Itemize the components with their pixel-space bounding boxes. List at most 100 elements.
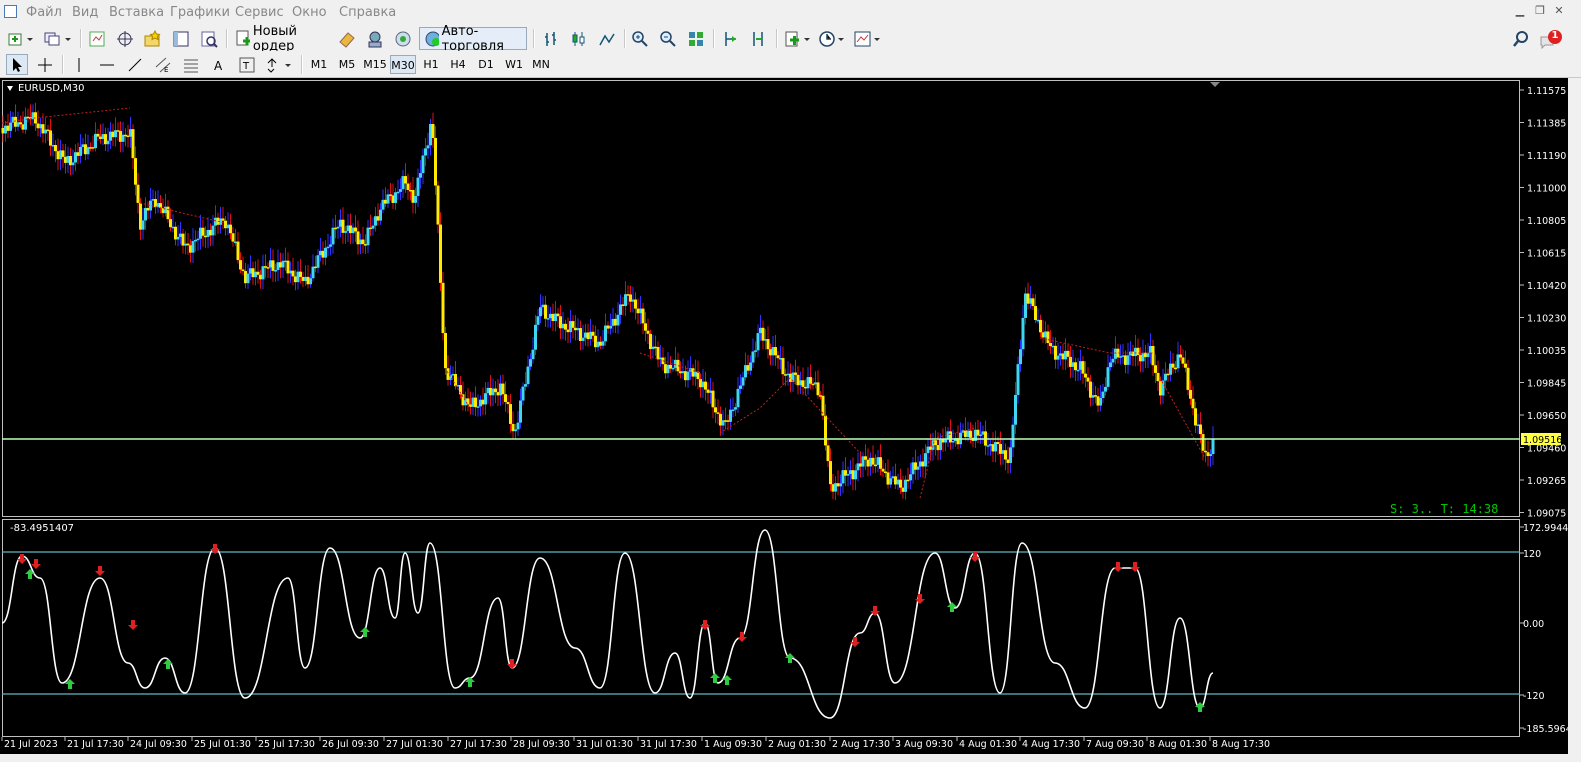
candle-body [361,239,365,245]
timeframe-d1[interactable]: D1 [473,55,499,74]
menu-view[interactable]: Вид [72,5,98,20]
menu-help[interactable]: Справка [339,5,396,20]
market-button[interactable] [392,28,414,49]
indicators-button[interactable] [783,28,813,49]
fibonacci-button[interactable] [180,54,202,75]
candle-body [1039,319,1042,333]
zoom-in-button[interactable] [629,28,651,49]
profiles-button[interactable] [42,28,74,49]
timeframe-m15[interactable]: M15 [362,55,388,74]
favorites-button[interactable] [142,28,164,49]
strategy-tester-button[interactable] [198,28,220,49]
status-text: S: 3.. T: 14:38 [1390,502,1499,516]
algo-trading-label: Авто-торговля [441,23,504,54]
metaeditor-button[interactable] [336,28,358,49]
candle-body [534,324,537,350]
bar-chart-button[interactable] [540,28,562,49]
candle-body [556,313,560,317]
tile-windows-button[interactable] [685,28,707,49]
text-label-button[interactable]: T [236,54,258,75]
candle-body [49,130,52,146]
vertical-line-button[interactable] [68,54,90,75]
auto-scroll-button[interactable] [720,28,742,49]
menu-tools[interactable]: Сервис [235,5,284,20]
candle-body [141,220,145,230]
timeframe-m5[interactable]: M5 [334,55,360,74]
candlestick-button[interactable] [568,28,590,49]
candle-body [396,191,400,194]
timeframe-m1[interactable]: M1 [306,55,332,74]
buy-arrow-icon [360,627,370,637]
price-label: 1.09845 [1527,379,1566,390]
candle-body [736,388,740,408]
arrows-button[interactable] [263,54,295,75]
profiles-icon [44,32,71,45]
menu-charts[interactable]: Графики [170,5,230,20]
candle-body [1189,389,1192,399]
chart-shift-button[interactable] [748,28,770,49]
horizontal-line-button[interactable] [96,54,118,75]
cursor-button[interactable] [6,54,28,75]
price-label: 1.09650 [1527,411,1566,422]
terminal-button[interactable] [170,28,192,49]
timeframe-m30[interactable]: M30 [390,55,416,74]
crosshair-nav-button[interactable] [114,28,136,49]
candle-body [634,299,637,309]
candle-body [731,409,735,412]
terminal-icon [173,31,189,46]
timeframe-mn[interactable]: MN [528,55,554,74]
algo-trading-button[interactable]: Авто-торговля [419,24,527,54]
timeframe-h4[interactable]: H4 [445,55,471,74]
menu-window[interactable]: Окно [292,5,327,20]
candle-body [904,479,907,492]
shift-marker-icon[interactable] [1210,82,1220,87]
menu-file[interactable]: Файл [26,5,62,20]
notifications-button[interactable]: 1 [1538,28,1564,49]
candle-body [431,123,435,138]
search-button[interactable] [1510,28,1532,49]
candle-body [404,176,407,184]
chart-canvas[interactable]: 1.11575 1.11385 1.11190 1.11000 1.10805 1.106… [0,78,1568,754]
candle-body [951,441,955,443]
zigzag-segment [1,107,131,124]
indicator-axis: 172.99448 120 0.00 -120 -185.5964 [1520,523,1568,735]
candle-body [794,372,797,375]
chart-window[interactable]: 1.11575 1.11385 1.11190 1.11000 1.10805 1.106… [0,78,1581,754]
candle-body [506,402,510,405]
candle-body [309,278,312,285]
price-label: 1.11000 [1527,184,1566,195]
candle-body [1034,306,1037,321]
candle-body [571,321,575,328]
candle-body [71,162,75,166]
menu-insert[interactable]: Вставка [109,5,164,20]
timeframe-h1[interactable]: H1 [418,55,444,74]
restore-icon[interactable]: ❐ [1532,4,1548,18]
candle-body [1099,397,1102,406]
sell-arrow-icon [737,632,747,642]
periods-button[interactable] [817,28,847,49]
market-watch-button[interactable] [86,28,108,49]
signals-button[interactable] [364,28,386,49]
candle-body [186,243,190,246]
candle-body [781,358,785,375]
timeframe-w1[interactable]: W1 [501,55,527,74]
crosshair-button[interactable] [34,54,56,75]
candle-body [231,233,235,242]
close-icon[interactable]: ✕ [1551,4,1567,18]
buy-arrow-icon [163,659,173,669]
candle-body [751,351,755,363]
candle-body [399,189,402,192]
zoom-out-button[interactable] [657,28,679,49]
line-chart-button[interactable] [596,28,618,49]
new-chart-button[interactable] [6,28,36,49]
minimize-icon[interactable]: ▁ [1512,4,1528,18]
candle-body [1199,424,1202,435]
time-label: 31 Jul 17:30 [640,739,697,750]
templates-button[interactable] [853,28,883,49]
text-button[interactable]: A [208,54,230,75]
current-price-label: 1.09516 [1523,435,1562,446]
channel-button[interactable]: E [152,54,174,75]
trendline-button[interactable] [124,54,146,75]
chart-collapse-icon[interactable] [7,86,13,91]
new-order-button[interactable]: Новый ордер [231,24,331,54]
